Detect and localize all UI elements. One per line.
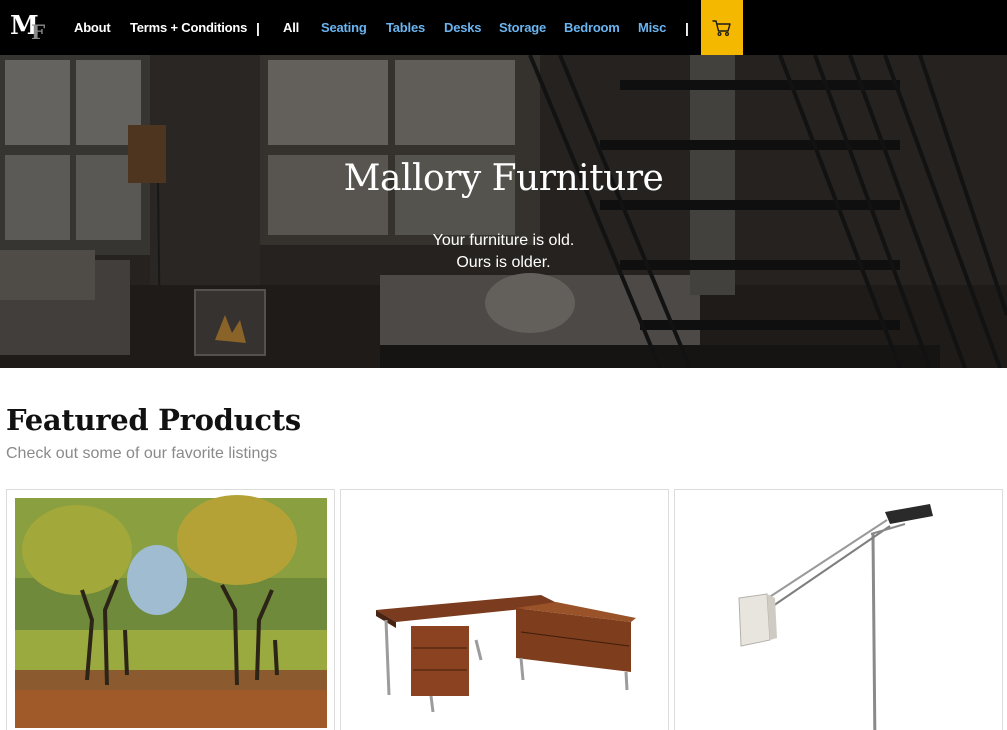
hero-background-image (0, 55, 1007, 368)
nav-category-misc[interactable]: Misc (638, 20, 666, 36)
featured-products-heading: Featured Products (6, 403, 301, 437)
product-image-desk (376, 595, 636, 713)
nav-separator: | (685, 20, 689, 36)
product-image-lamp (738, 504, 933, 730)
hero-banner: Mallory Furniture Your furniture is old.… (0, 55, 1007, 368)
product-card-painting[interactable] (6, 489, 335, 730)
product-card-lamp[interactable] (674, 489, 1003, 730)
hero-tagline-line2: Ours is older. (456, 254, 551, 271)
cart-icon (712, 19, 731, 36)
nav-link-terms[interactable]: Terms + Conditions (130, 20, 247, 36)
nav-category-all[interactable]: All (283, 20, 299, 36)
nav-category-bedroom[interactable]: Bedroom (564, 20, 620, 36)
nav-separator: | (256, 20, 260, 36)
top-navbar: M F About Terms + Conditions | All Seati… (0, 0, 1007, 55)
featured-products-subtitle: Check out some of our favorite listings (6, 445, 278, 462)
hero-tagline-line1: Your furniture is old. (432, 232, 575, 249)
cart-button[interactable] (701, 0, 743, 55)
brand-logo[interactable]: M F (10, 11, 50, 43)
nav-category-storage[interactable]: Storage (499, 20, 546, 36)
nav-category-seating[interactable]: Seating (321, 20, 367, 36)
nav-link-about[interactable]: About (74, 20, 111, 36)
nav-category-tables[interactable]: Tables (386, 20, 425, 36)
product-image-painting (15, 495, 327, 728)
hero-title: Mallory Furniture (343, 158, 664, 199)
hero-tagline: Your furniture is old. Ours is older. (0, 230, 1007, 274)
nav-category-desks[interactable]: Desks (444, 20, 482, 36)
product-card-desk[interactable] (340, 489, 669, 730)
logo-letter-f: F (31, 20, 46, 44)
